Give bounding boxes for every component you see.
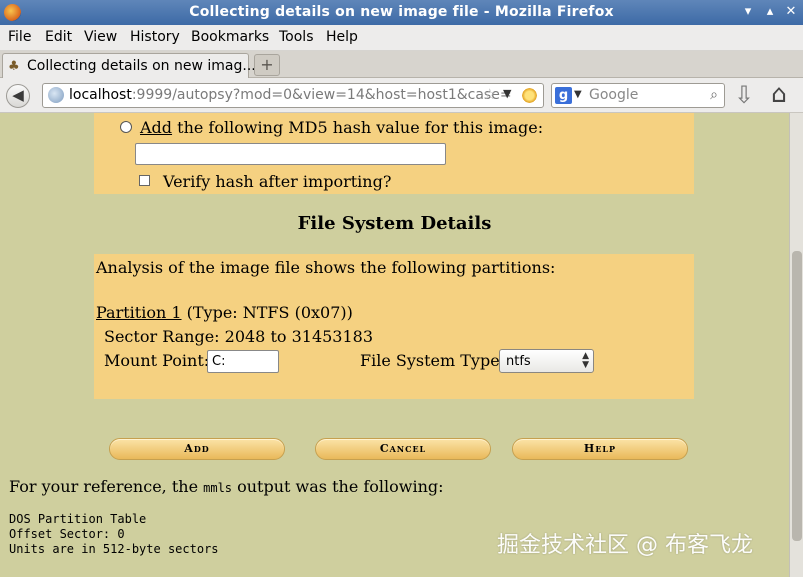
verify-hash-checkbox[interactable] — [139, 175, 150, 186]
back-button[interactable]: ◀ — [6, 84, 30, 108]
add-hash-link[interactable]: Add — [140, 118, 172, 137]
globe-icon — [48, 87, 64, 103]
select-arrows-icon: ▲ ▼ — [582, 351, 589, 370]
sector-range: Sector Range: 2048 to 31453183 — [104, 327, 374, 346]
reference-suffix: output was the following: — [232, 477, 444, 496]
partition-link[interactable]: Partition 1 — [96, 303, 182, 322]
analysis-text: Analysis of the image file shows the fol… — [96, 258, 556, 277]
menu-help[interactable]: Help — [326, 29, 358, 45]
url-path: :9999/autopsy?mod=0&view=14&host=host1&c… — [131, 87, 512, 103]
add-button[interactable]: Add — [109, 438, 285, 460]
reference-text: For your reference, the mmls output was … — [9, 477, 444, 496]
history-dropdown-icon[interactable]: ▼ — [503, 87, 511, 100]
partition-panel: Analysis of the image file shows the fol… — [94, 254, 694, 399]
search-placeholder: Google — [589, 87, 639, 103]
window-titlebar: Collecting details on new image file - M… — [0, 0, 803, 25]
mmls-line: Offset Sector: 0 — [9, 527, 125, 541]
search-engine-dropdown-icon[interactable]: ▼ — [574, 89, 582, 100]
menu-history[interactable]: History — [130, 29, 180, 45]
menu-tools[interactable]: Tools — [279, 29, 314, 45]
reference-prefix: For your reference, the — [9, 477, 204, 496]
menu-view[interactable]: View — [84, 29, 117, 45]
search-icon[interactable]: ⌕ — [710, 87, 718, 103]
mmls-output: DOS Partition Table Offset Sector: 0 Units… — [9, 512, 219, 557]
scrollbar-thumb[interactable] — [792, 251, 802, 541]
reference-tool: mmls — [203, 481, 233, 495]
hash-panel: Add the following MD5 hash value for thi… — [94, 113, 694, 194]
new-tab-button[interactable]: + — [254, 54, 280, 76]
hash-radio[interactable] — [120, 121, 132, 133]
mount-point-label: Mount Point: — [104, 351, 210, 370]
fs-type-label: File System Type: — [360, 351, 506, 370]
url-bar[interactable]: localhost:9999/autopsy?mod=0&view=14&hos… — [42, 83, 544, 108]
page-content: Add the following MD5 hash value for thi… — [0, 113, 789, 577]
home-icon[interactable]: ⌂ — [771, 81, 787, 107]
vertical-scrollbar[interactable] — [789, 113, 803, 577]
hash-label: Add the following MD5 hash value for thi… — [140, 118, 543, 137]
partition-heading: Partition 1 (Type: NTFS (0x07)) — [96, 303, 353, 322]
partition-type: (Type: NTFS (0x07)) — [181, 303, 353, 322]
mount-point-input[interactable]: C: — [207, 350, 279, 373]
mmls-line: Units are in 512-byte sectors — [9, 542, 219, 556]
bookmark-star-icon[interactable]: ☆ — [483, 85, 496, 103]
back-arrow-icon: ◀ — [12, 86, 24, 104]
favicon-icon: ♣ — [8, 59, 20, 74]
help-button[interactable]: Help — [512, 438, 688, 460]
fs-type-select[interactable]: ntfs ▲ ▼ — [499, 349, 594, 373]
tab-title: Collecting details on new imag... — [27, 58, 256, 74]
section-title: File System Details — [297, 213, 492, 234]
cancel-button[interactable]: Cancel — [315, 438, 491, 460]
verify-hash-label: Verify hash after importing? — [163, 172, 392, 191]
menu-bar: File Edit View History Bookmarks Tools H… — [0, 25, 803, 51]
watermark: 掘金技术社区 @ 布客飞龙 — [497, 533, 753, 558]
menu-file[interactable]: File — [8, 29, 31, 45]
window-title: Collecting details on new image file - M… — [189, 4, 614, 20]
maximize-icon[interactable]: ▴ — [760, 3, 780, 21]
navigation-toolbar: ◀ localhost:9999/autopsy?mod=0&view=14&h… — [0, 78, 803, 113]
hash-label-text: the following MD5 hash value for this im… — [172, 118, 544, 137]
url-host: localhost — [69, 87, 132, 103]
mmls-line: DOS Partition Table — [9, 512, 147, 526]
fs-type-value: ntfs — [506, 354, 531, 369]
google-icon[interactable]: g — [555, 87, 572, 104]
md5-hash-input[interactable] — [135, 143, 446, 165]
tab-current[interactable]: ♣ Collecting details on new imag... — [2, 53, 256, 78]
menu-bookmarks[interactable]: Bookmarks — [191, 29, 269, 45]
tab-bar: ♣ Collecting details on new imag... + — [0, 51, 803, 78]
close-icon[interactable]: ✕ — [781, 3, 801, 21]
minimize-icon[interactable]: ▾ — [738, 3, 758, 21]
menu-edit[interactable]: Edit — [45, 29, 72, 45]
search-box[interactable]: g ▼ Google ⌕ — [551, 83, 725, 108]
url-text[interactable]: localhost:9999/autopsy?mod=0&view=14&hos… — [69, 87, 512, 103]
download-icon[interactable]: ⇩ — [734, 83, 754, 107]
page-status-icon[interactable] — [521, 87, 538, 104]
